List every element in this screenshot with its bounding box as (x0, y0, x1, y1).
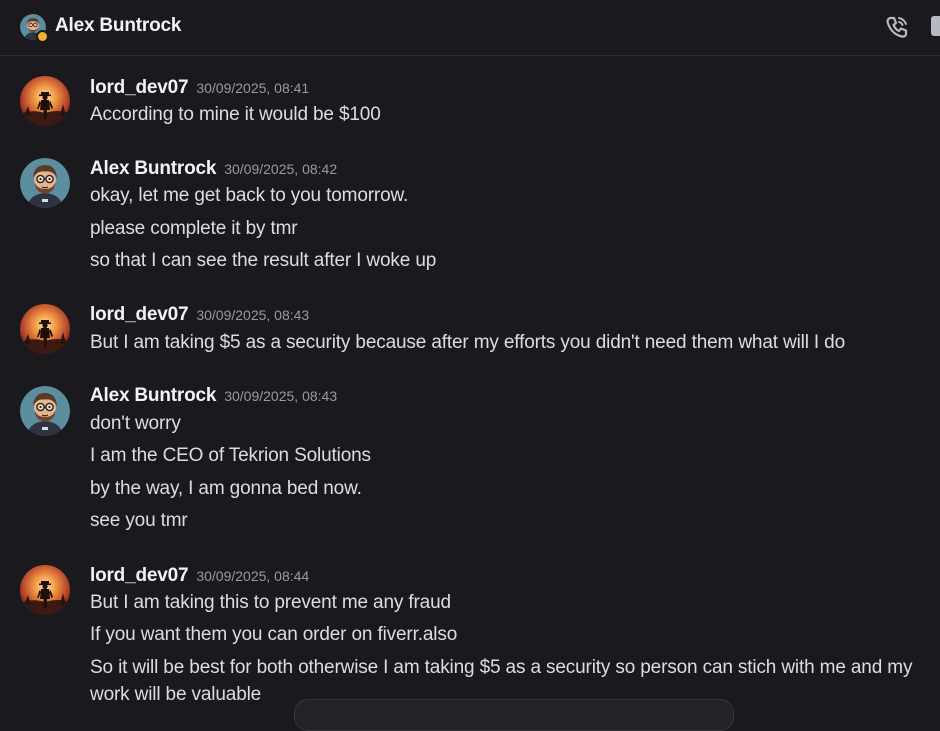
message-text: But I am taking this to prevent me any f… (90, 592, 451, 613)
message-text: by the way, I am gonna bed now. (90, 478, 362, 499)
message-text: According to mine it would be $100 (90, 104, 381, 125)
message-text: please complete it by tmr (90, 218, 298, 239)
username[interactable]: lord_dev07 (90, 304, 189, 325)
timestamp: 30/09/2025, 08:43 (196, 307, 310, 323)
video-icon[interactable] (931, 16, 940, 36)
message-text: so that I can see the result after I wok… (90, 250, 437, 271)
username[interactable]: lord_dev07 (90, 565, 189, 586)
username[interactable]: Alex Buntrock (90, 158, 216, 179)
avatar[interactable] (20, 158, 70, 208)
avatar[interactable] (20, 565, 70, 615)
username[interactable]: lord_dev07 (90, 77, 189, 98)
avatar[interactable] (20, 386, 70, 436)
status-indicator (36, 30, 49, 43)
message-list: lord_dev07 30/09/2025, 08:41 According to… (0, 56, 940, 711)
username[interactable]: Alex Buntrock (90, 385, 216, 406)
message-text: okay, let me get back to you tomorrow. (90, 185, 409, 206)
phone-call-icon[interactable] (884, 14, 910, 40)
dm-title: Alex Buntrock (55, 15, 182, 36)
timestamp: 30/09/2025, 08:41 (196, 80, 310, 96)
timestamp: 30/09/2025, 08:43 (224, 388, 338, 404)
message-text: If you want them you can order on fiverr… (90, 624, 458, 645)
message-composer[interactable] (294, 699, 734, 731)
message-text: see you tmr (90, 510, 188, 531)
avatar[interactable] (20, 304, 70, 354)
avatar[interactable] (20, 76, 70, 126)
message-text: But I am taking $5 as a security because… (90, 332, 846, 353)
message-text: don't worry (90, 413, 181, 434)
timestamp: 30/09/2025, 08:44 (196, 568, 310, 584)
timestamp: 30/09/2025, 08:42 (224, 161, 338, 177)
message-text: I am the CEO of Tekrion Solutions (90, 445, 371, 466)
dm-header: Alex Buntrock (0, 0, 940, 56)
